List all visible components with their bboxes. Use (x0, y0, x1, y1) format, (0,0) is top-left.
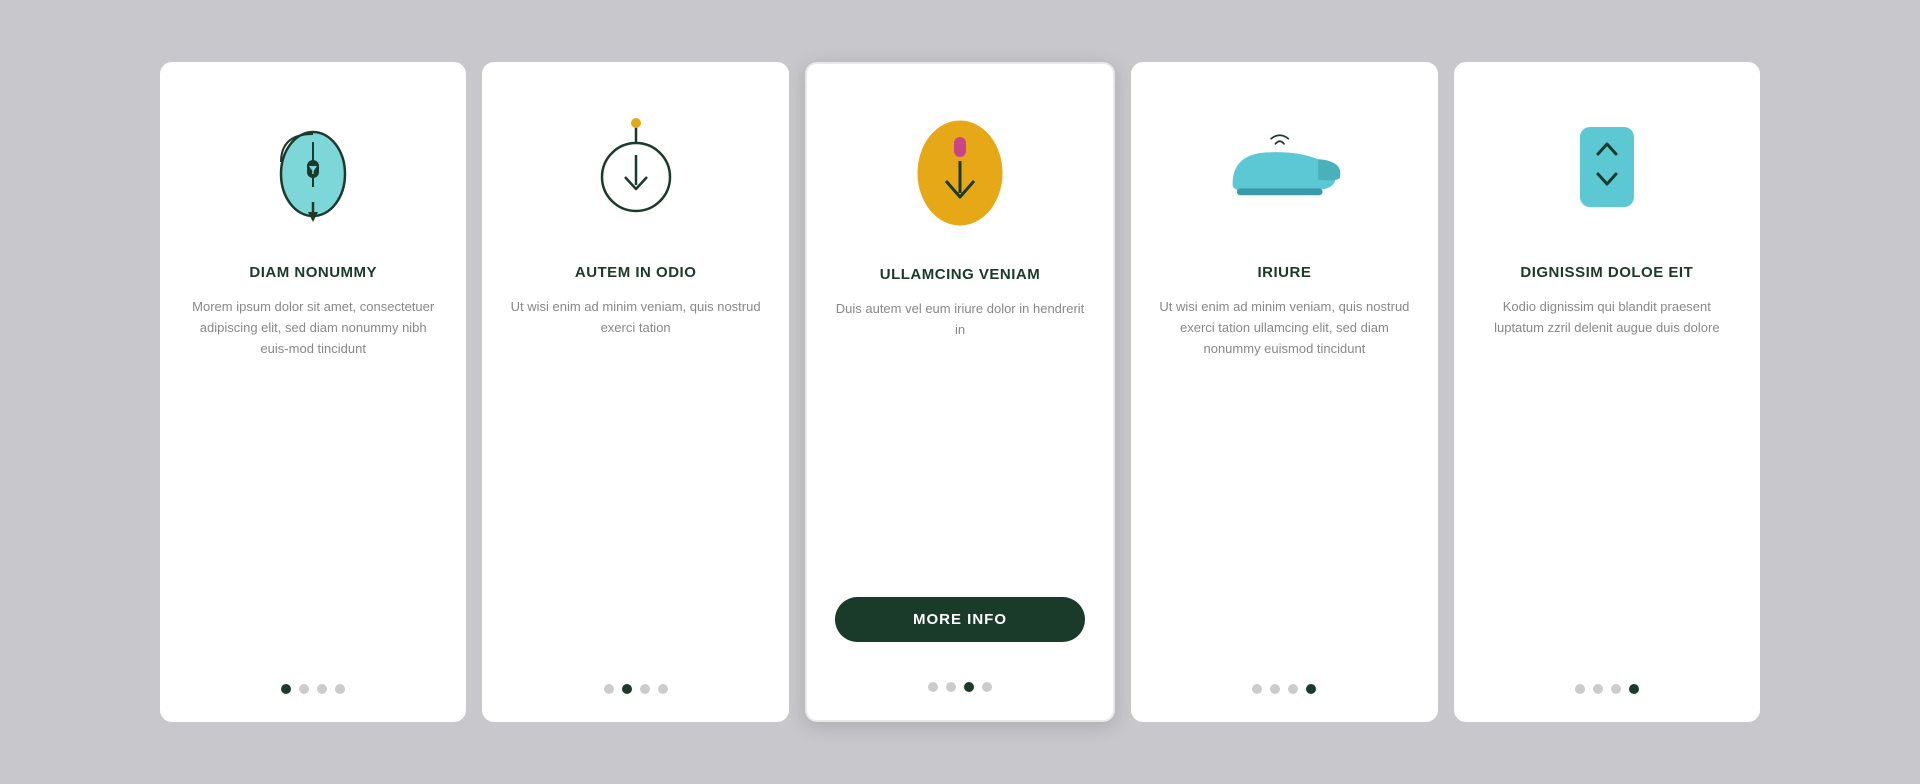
oval-download-icon-area (895, 104, 1025, 234)
card-autem-in-odio: AUTEM IN ODIO Ut wisi enim ad minim veni… (482, 62, 788, 722)
cards-container: DIAM NONUMMY Morem ipsum dolor sit amet,… (160, 62, 1760, 722)
card-5-title: DIGNISSIM DOLOE EIT (1520, 264, 1693, 281)
dot (299, 684, 309, 694)
card-dignissim-doloe-eit: DIGNISSIM DOLOE EIT Kodio dignissim qui … (1454, 62, 1760, 722)
dot (622, 684, 632, 694)
card-1-title: DIAM NONUMMY (249, 264, 377, 281)
mouse-icon-area (248, 102, 378, 232)
dot (1306, 684, 1316, 694)
card-2-dots (604, 664, 668, 694)
dot (928, 682, 938, 692)
dot (1288, 684, 1298, 694)
dot (1252, 684, 1262, 694)
card-1-text: Morem ipsum dolor sit amet, consectetuer… (188, 297, 438, 664)
card-1-dots (281, 664, 345, 694)
card-3-title: ULLAMCING VENIAM (880, 266, 1041, 283)
dot (335, 684, 345, 694)
card-ullamcing-veniam: ULLAMCING VENIAM Duis autem vel eum iriu… (805, 62, 1115, 722)
dot (640, 684, 650, 694)
dot (317, 684, 327, 694)
dot (281, 684, 291, 694)
dot (964, 682, 974, 692)
dot (1629, 684, 1639, 694)
dot (658, 684, 668, 694)
card-4-title: IRIURE (1258, 264, 1312, 281)
shoe-icon-area (1219, 102, 1349, 232)
dot (1593, 684, 1603, 694)
circle-down-icon-area (571, 102, 701, 232)
card-3-dots (928, 662, 992, 692)
dot (1575, 684, 1585, 694)
card-4-dots (1252, 664, 1316, 694)
card-5-dots (1575, 664, 1639, 694)
dot (604, 684, 614, 694)
card-3-text: Duis autem vel eum iriure dolor in hendr… (835, 299, 1085, 577)
dot (1270, 684, 1280, 694)
more-info-button[interactable]: MORE INFO (835, 597, 1085, 642)
dot (946, 682, 956, 692)
card-2-title: AUTEM IN ODIO (575, 264, 697, 281)
elevator-icon-area (1542, 102, 1672, 232)
dot (982, 682, 992, 692)
card-5-text: Kodio dignissim qui blandit praesent lup… (1482, 297, 1732, 664)
card-iriure: IRIURE Ut wisi enim ad minim veniam, qui… (1131, 62, 1437, 722)
card-diam-nonummy: DIAM NONUMMY Morem ipsum dolor sit amet,… (160, 62, 466, 722)
dot (1611, 684, 1621, 694)
card-2-text: Ut wisi enim ad minim veniam, quis nostr… (510, 297, 760, 664)
card-4-text: Ut wisi enim ad minim veniam, quis nostr… (1159, 297, 1409, 664)
